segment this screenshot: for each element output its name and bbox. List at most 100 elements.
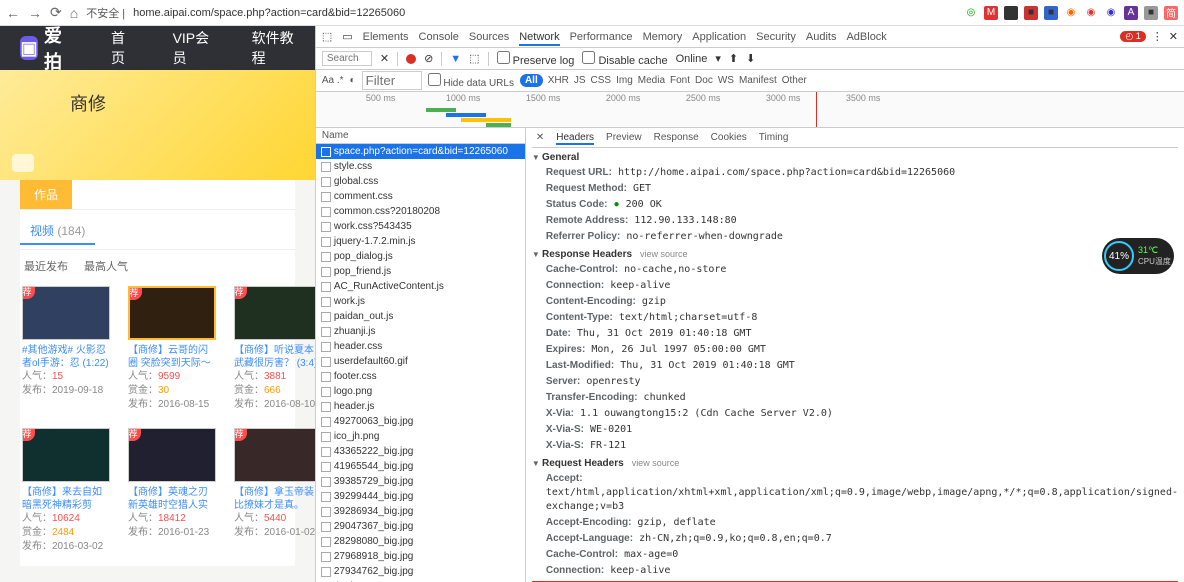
timeline-overview[interactable]: 500 ms1000 ms1500 ms2000 ms2500 ms3000 m… — [316, 92, 1184, 128]
type-filter-all[interactable]: All — [520, 74, 543, 87]
reload-icon[interactable]: ⟳ — [50, 4, 62, 21]
type-filter-font[interactable]: Font — [670, 75, 690, 86]
type-filter-manifest[interactable]: Manifest — [739, 75, 777, 86]
filter-icon[interactable]: ▼ — [450, 53, 461, 65]
clear-icon[interactable]: ⊘ — [424, 52, 433, 65]
nav-tutorial[interactable]: 软件教程 — [252, 28, 295, 68]
devtools-tab-memory[interactable]: Memory — [643, 31, 683, 43]
detail-tab-cookies[interactable]: Cookies — [711, 132, 747, 145]
filter-input[interactable] — [362, 71, 422, 90]
request-row[interactable]: pop_dialog.js — [316, 249, 525, 264]
chat-icon[interactable] — [12, 154, 34, 172]
subtab-video[interactable]: 视频 (184) — [20, 218, 95, 245]
request-row[interactable]: comment.css — [316, 189, 525, 204]
clear-search-icon[interactable]: ✕ — [380, 52, 389, 65]
video-title[interactable]: 【商修】拿玉帝装比撩妹才是真。(3:4) — [234, 486, 315, 512]
forward-icon[interactable]: → — [28, 5, 42, 21]
nav-home[interactable]: 首页 — [111, 28, 133, 68]
devtools-tab-adblock[interactable]: AdBlock — [846, 31, 886, 43]
type-filter-js[interactable]: JS — [574, 75, 586, 86]
video-title[interactable]: #其他游戏# 火影忍者ol手游：忍 (1:22) — [22, 344, 110, 370]
back-icon[interactable]: ← — [6, 5, 20, 21]
close-icon[interactable]: ✕ — [1169, 30, 1178, 43]
type-filter-media[interactable]: Media — [638, 75, 665, 86]
request-row[interactable]: 39286934_big.jpg — [316, 504, 525, 519]
filter-expand-icon[interactable]: ◐ — [350, 75, 356, 86]
video-card[interactable]: 荐 【商修】拿玉帝装比撩妹才是真。(3:4) 人气：5440 发布：2016-0… — [234, 428, 315, 554]
upload-icon[interactable]: ⬆ — [729, 52, 738, 65]
request-row[interactable]: logo.png — [316, 384, 525, 399]
preserve-log[interactable]: Preserve log — [497, 51, 575, 67]
request-row[interactable]: 41965544_big.jpg — [316, 459, 525, 474]
tab-works[interactable]: 作品 — [20, 180, 72, 209]
devtools-tab-elements[interactable]: Elements — [363, 31, 409, 43]
download-icon[interactable]: ⬇ — [746, 52, 755, 65]
type-filter-ws[interactable]: WS — [718, 75, 734, 86]
request-row[interactable]: 43365222_big.jpg — [316, 444, 525, 459]
request-row[interactable]: style.css — [316, 159, 525, 174]
request-row[interactable]: header.css — [316, 339, 525, 354]
request-row[interactable]: work.css?543435 — [316, 219, 525, 234]
throttle-select[interactable]: Online — [676, 53, 708, 65]
video-title[interactable]: 【商修】云哥的闪圈 突脸突到天际～ (22:49) — [128, 344, 216, 370]
request-row[interactable]: pop_friend.js — [316, 264, 525, 279]
devtools-tab-network[interactable]: Network — [519, 31, 559, 46]
video-title[interactable]: 【商修】来去自如 暗黑死神精彩剪辑。(3:44) — [22, 486, 110, 512]
video-card[interactable]: 荐 【商修】听说夏本武藏很厉害？ (3:4) 人气：3881 赏金：666 发布… — [234, 286, 315, 412]
video-card[interactable]: 荐 #其他游戏# 火影忍者ol手游：忍 (1:22) 人气：15 发布：2019… — [22, 286, 110, 412]
device-icon[interactable]: ▭ — [342, 30, 352, 43]
search-input[interactable] — [322, 51, 372, 66]
devtools-tab-audits[interactable]: Audits — [806, 31, 837, 43]
video-card[interactable]: 荐 【商修】英魂之刃新英雄时空猎人实战 (29:57) 人气：18412 发布：… — [128, 428, 216, 554]
nav-vip[interactable]: VIP会员 — [173, 28, 212, 68]
devtools-tab-security[interactable]: Security — [756, 31, 796, 43]
address-bar[interactable]: home.aipai.com/space.php?action=card&bid… — [133, 7, 405, 19]
request-row[interactable]: common.css?20180208 — [316, 204, 525, 219]
inspect-icon[interactable]: ⬚ — [322, 30, 332, 43]
settings-icon[interactable]: ⋮ — [1152, 30, 1163, 43]
filter-popular[interactable]: 最高人气 — [84, 258, 128, 274]
video-card[interactable]: 荐 【商修】来去自如 暗黑死神精彩剪辑。(3:44) 人气：10624 赏金：2… — [22, 428, 110, 554]
devtools-tab-performance[interactable]: Performance — [570, 31, 633, 43]
hide-data-urls[interactable]: Hide data URLs — [428, 73, 514, 89]
name-column-header[interactable]: Name — [316, 128, 525, 144]
type-filter-img[interactable]: Img — [616, 75, 633, 86]
request-row[interactable]: space.php?action=card&bid=12265060 — [316, 144, 525, 159]
home-icon[interactable]: ⌂ — [70, 5, 78, 21]
video-card[interactable]: 荐 【商修】云哥的闪圈 突脸突到天际～ (22:49) 人气：9599 赏金：3… — [128, 286, 216, 412]
type-filter-other[interactable]: Other — [782, 75, 807, 86]
devtools-tab-sources[interactable]: Sources — [469, 31, 509, 43]
request-row[interactable]: header.js — [316, 399, 525, 414]
request-row[interactable]: 39385729_big.jpg — [316, 474, 525, 489]
type-filter-xhr[interactable]: XHR — [548, 75, 569, 86]
response-headers-section[interactable]: Response Headersview source — [532, 245, 1178, 262]
request-row[interactable]: zhuanji.js — [316, 324, 525, 339]
request-row[interactable]: global.css — [316, 174, 525, 189]
devtools-tab-console[interactable]: Console — [419, 31, 459, 43]
request-row[interactable]: 49270063_big.jpg — [316, 414, 525, 429]
request-row[interactable]: 27968918_big.jpg — [316, 549, 525, 564]
video-title[interactable]: 【商修】英魂之刃新英雄时空猎人实战 (29:57) — [128, 486, 216, 512]
record-icon[interactable] — [406, 54, 416, 64]
general-section[interactable]: General — [532, 148, 1178, 165]
close-detail-icon[interactable]: ✕ — [536, 132, 544, 145]
request-list[interactable]: Name space.php?action=card&bid=12265060s… — [316, 128, 526, 582]
type-filter-css[interactable]: CSS — [591, 75, 612, 86]
devtools-tab-application[interactable]: Application — [692, 31, 746, 43]
request-row[interactable]: paidan_out.js — [316, 309, 525, 324]
detail-tab-response[interactable]: Response — [654, 132, 699, 145]
search-icon[interactable]: ⬚ — [469, 52, 479, 65]
request-row[interactable]: 29047367_big.jpg — [316, 519, 525, 534]
detail-tab-headers[interactable]: Headers — [556, 132, 594, 145]
type-filter-doc[interactable]: Doc — [695, 75, 713, 86]
detail-tab-preview[interactable]: Preview — [606, 132, 642, 145]
request-row[interactable]: 39299444_big.jpg — [316, 489, 525, 504]
detail-tab-timing[interactable]: Timing — [759, 132, 789, 145]
request-row[interactable]: work.js — [316, 294, 525, 309]
video-title[interactable]: 【商修】听说夏本武藏很厉害？ (3:4) — [234, 344, 315, 370]
disable-cache[interactable]: Disable cache — [582, 51, 667, 67]
request-row[interactable]: footer.css — [316, 369, 525, 384]
request-row[interactable]: AC_RunActiveContent.js — [316, 279, 525, 294]
filter-recent[interactable]: 最近发布 — [24, 258, 68, 274]
request-headers-section[interactable]: Request Headersview source — [532, 454, 1178, 471]
